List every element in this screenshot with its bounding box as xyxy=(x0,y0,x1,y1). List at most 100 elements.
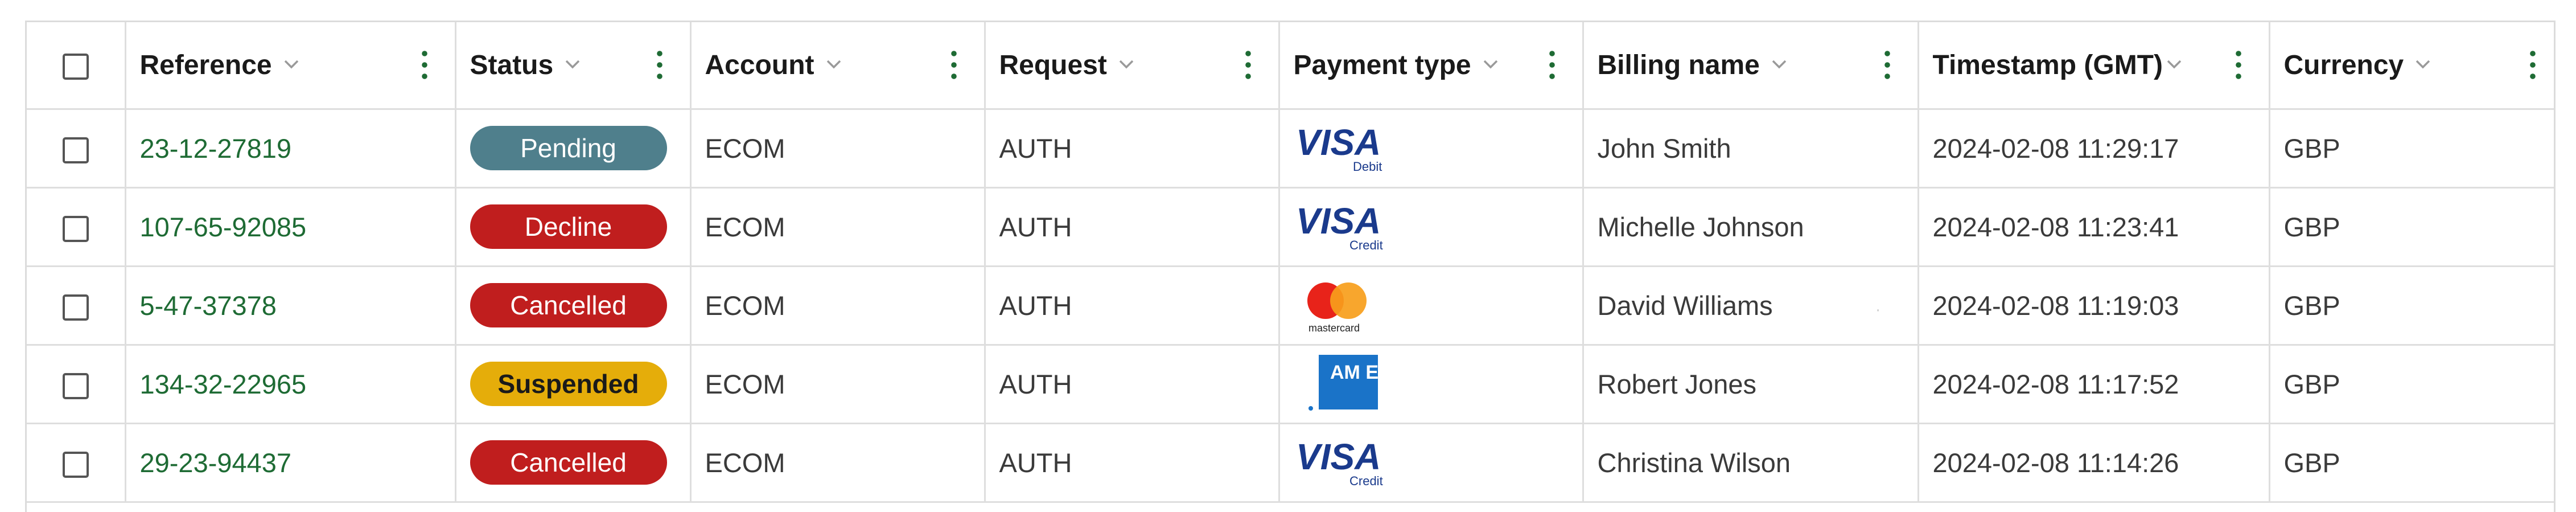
chevron-down-icon[interactable] xyxy=(2415,56,2431,72)
column-header-status[interactable]: Status xyxy=(455,22,692,110)
mastercard-icon: mastercard xyxy=(1307,282,1367,334)
credit-label: Credit xyxy=(1349,238,1383,252)
payment-type-cell: mastercard xyxy=(1279,266,1584,346)
account-cell: ECOM xyxy=(690,266,986,346)
request-cell: AUTH xyxy=(985,266,1280,346)
amex-wordmark: AM EX xyxy=(1330,362,1387,383)
debit-label: Debit xyxy=(1353,159,1382,174)
chevron-down-icon[interactable] xyxy=(1118,56,1134,72)
reference-link[interactable]: 134-32-22965 xyxy=(140,369,307,399)
chevron-down-icon[interactable] xyxy=(2166,56,2182,72)
credit-label: Credit xyxy=(1349,474,1383,488)
row-checkbox[interactable] xyxy=(62,216,89,243)
reference-cell: 29-23-94437 xyxy=(125,423,456,503)
reference-link[interactable]: 23-12-27819 xyxy=(140,133,292,163)
row-select-cell xyxy=(27,423,126,503)
reference-cell: 107-65-92085 xyxy=(125,187,456,267)
billing-name-cell: Robert Jones xyxy=(1583,345,1919,424)
chevron-down-icon[interactable] xyxy=(1483,56,1499,72)
request-cell: AUTH xyxy=(985,345,1280,424)
row-checkbox[interactable] xyxy=(62,294,89,321)
currency-cell: GBP xyxy=(2269,345,2554,424)
transactions-table: Reference Status Account Request Payment xyxy=(27,22,2554,503)
account-cell: ECOM xyxy=(690,345,986,424)
column-header-account[interactable]: Account xyxy=(690,22,986,110)
kebab-menu-icon[interactable] xyxy=(2530,50,2536,80)
payment-type-cell: VISA Credit xyxy=(1279,423,1584,503)
column-header-label: Currency xyxy=(2283,50,2404,80)
status-cell: Pending xyxy=(455,109,692,189)
visa-credit-icon: VISA Credit xyxy=(1296,436,1383,488)
reference-link[interactable]: 107-65-92085 xyxy=(140,212,307,242)
chevron-down-icon[interactable] xyxy=(1771,56,1787,72)
kebab-menu-icon[interactable] xyxy=(1549,50,1555,80)
kebab-menu-icon[interactable] xyxy=(421,50,427,80)
account-cell: ECOM xyxy=(690,109,986,189)
chevron-down-icon[interactable] xyxy=(283,56,299,72)
column-header-label: Account xyxy=(705,50,814,80)
status-badge: Decline xyxy=(470,204,667,249)
payment-type-cell: VISA Credit xyxy=(1279,187,1584,267)
timestamp-cell: 2024-02-08 11:23:41 xyxy=(1918,187,2270,267)
reference-cell: 5-47-37378 xyxy=(125,266,456,346)
column-header-timestamp[interactable]: Timestamp (GMT) xyxy=(1918,22,2270,110)
status-badge: Cancelled xyxy=(470,440,667,485)
column-header-reference[interactable]: Reference xyxy=(125,22,456,110)
status-badge: Cancelled xyxy=(470,283,667,327)
reference-link[interactable]: 5-47-37378 xyxy=(140,290,277,321)
column-header-label: Request xyxy=(999,50,1107,80)
billing-name-cell: John Smith xyxy=(1583,109,1919,189)
row-select-cell xyxy=(27,345,126,424)
table-row[interactable]: 107-65-92085 Decline ECOM AUTH VISA Cred… xyxy=(27,187,2554,267)
billing-name-cell: Michelle Johnson xyxy=(1583,187,1919,267)
request-cell: AUTH xyxy=(985,423,1280,503)
row-checkbox[interactable] xyxy=(62,452,89,478)
status-cell: Suspended xyxy=(455,345,692,424)
currency-cell: GBP xyxy=(2269,266,2554,346)
transactions-table-container: Reference Status Account Request Payment xyxy=(25,21,2556,512)
kebab-menu-icon[interactable] xyxy=(1245,50,1251,80)
chevron-down-icon[interactable] xyxy=(565,56,581,72)
kebab-menu-icon[interactable] xyxy=(656,50,662,80)
reference-link[interactable]: 29-23-94437 xyxy=(140,448,292,478)
table-row[interactable]: 23-12-27819 Pending ECOM AUTH VISA Debit… xyxy=(27,109,2554,189)
status-cell: Cancelled xyxy=(455,423,692,503)
visa-wordmark: VISA xyxy=(1296,122,1381,163)
status-cell: Decline xyxy=(455,187,692,267)
row-select-cell xyxy=(27,266,126,346)
timestamp-cell: 2024-02-08 11:17:52 xyxy=(1918,345,2270,424)
row-checkbox[interactable] xyxy=(62,373,89,400)
kebab-menu-icon[interactable] xyxy=(1884,50,1890,80)
payment-type-cell: VISA Debit xyxy=(1279,109,1584,189)
timestamp-cell: 2024-02-08 11:29:17 xyxy=(1918,109,2270,189)
chevron-down-icon[interactable] xyxy=(826,56,842,72)
overflow-dot: · xyxy=(1875,300,1881,319)
reference-cell: 23-12-27819 xyxy=(125,109,456,189)
select-all-checkbox[interactable] xyxy=(62,54,89,80)
currency-cell: GBP xyxy=(2269,423,2554,503)
kebab-menu-icon[interactable] xyxy=(950,50,957,80)
currency-cell: GBP xyxy=(2269,109,2554,189)
column-header-label: Reference xyxy=(139,50,272,80)
payment-type-cell: AM EX xyxy=(1279,345,1584,424)
currency-cell: GBP xyxy=(2269,187,2554,267)
table-row[interactable]: 134-32-22965 Suspended ECOM AUTH AM EX R… xyxy=(27,345,2554,424)
table-header-row: Reference Status Account Request Payment xyxy=(27,22,2554,110)
column-header-label: Timestamp (GMT) xyxy=(1932,50,2163,80)
select-all-cell xyxy=(27,22,126,110)
column-header-currency[interactable]: Currency xyxy=(2269,22,2554,110)
row-select-cell xyxy=(27,187,126,267)
visa-debit-icon: VISA Debit xyxy=(1296,122,1382,174)
timestamp-cell: 2024-02-08 11:19:03 xyxy=(1918,266,2270,346)
column-header-label: Status xyxy=(470,50,554,80)
table-row[interactable]: 5-47-37378 Cancelled ECOM AUTH mastercar… xyxy=(27,266,2554,346)
column-header-billing-name[interactable]: Billing name xyxy=(1583,22,1919,110)
table-row[interactable]: 29-23-94437 Cancelled ECOM AUTH VISA Cre… xyxy=(27,423,2554,503)
reference-cell: 134-32-22965 xyxy=(125,345,456,424)
status-badge: Suspended xyxy=(470,362,667,406)
row-checkbox[interactable] xyxy=(62,137,89,164)
column-header-payment-type[interactable]: Payment type xyxy=(1279,22,1584,110)
visa-credit-icon: VISA Credit xyxy=(1296,200,1383,252)
kebab-menu-icon[interactable] xyxy=(2235,50,2241,80)
column-header-request[interactable]: Request xyxy=(985,22,1280,110)
